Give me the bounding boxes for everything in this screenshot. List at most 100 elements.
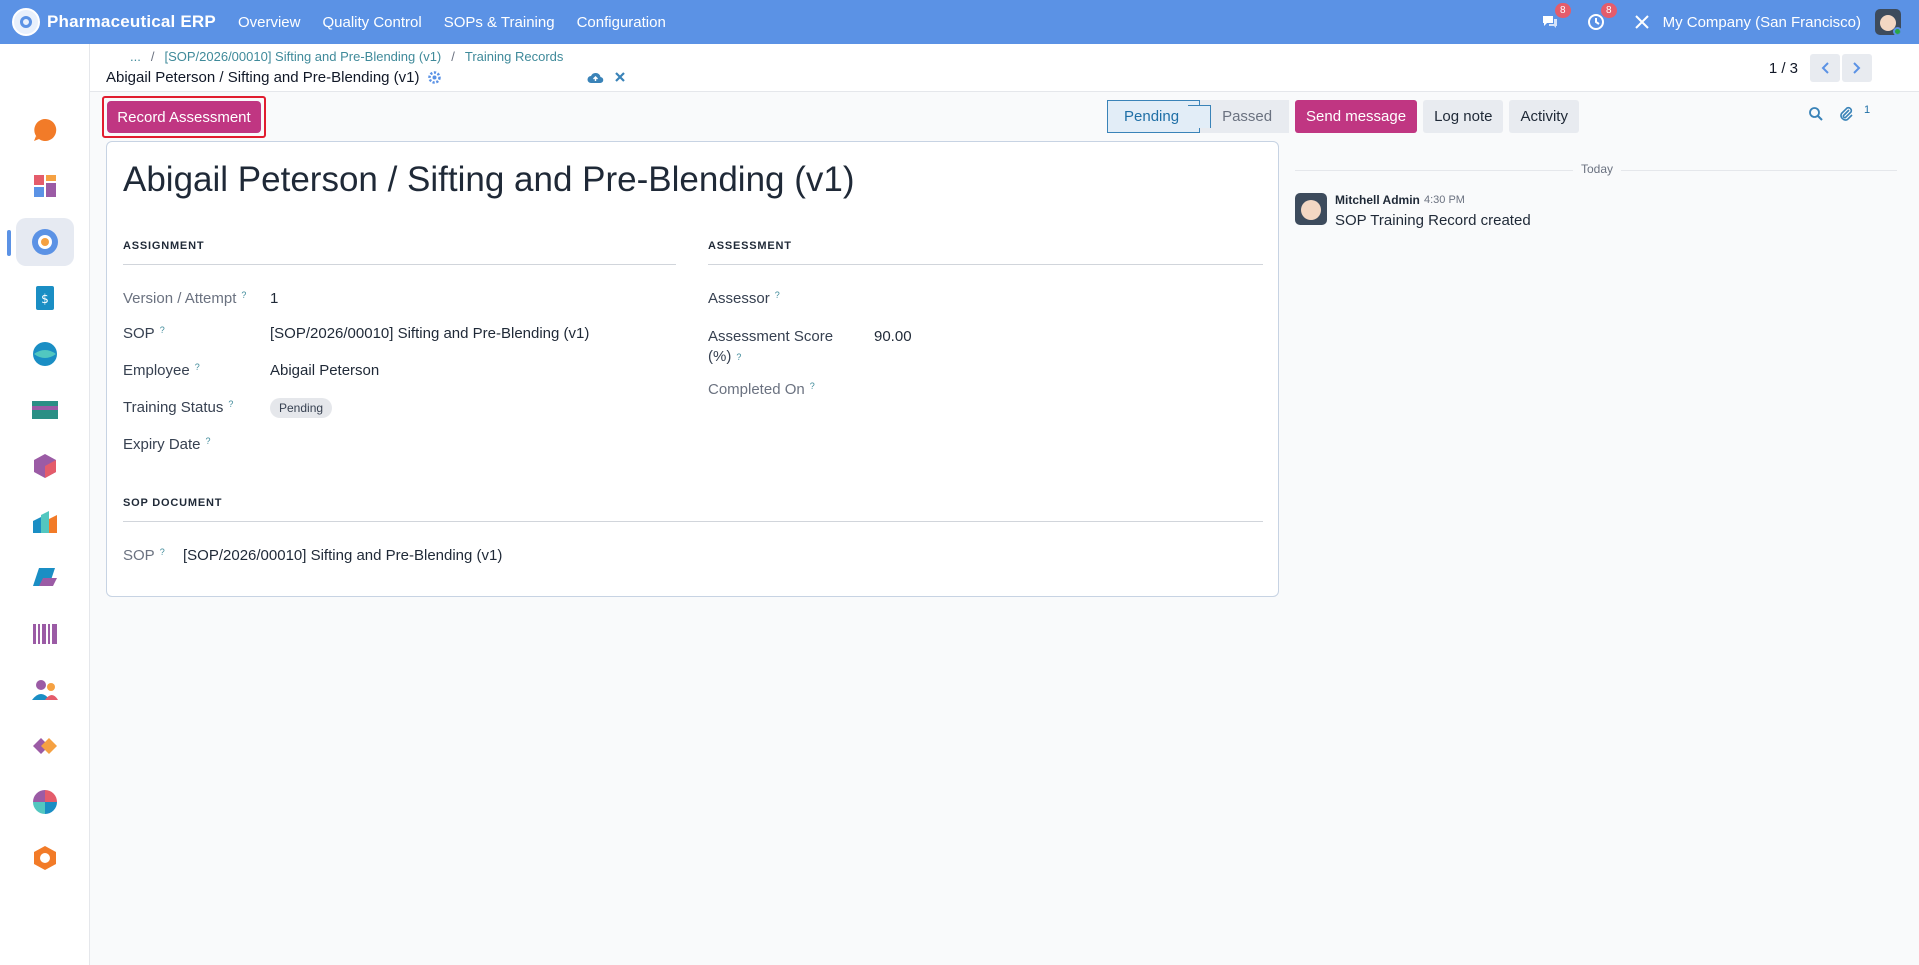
stage-passed[interactable]: Passed [1200, 100, 1290, 133]
sop-document-field[interactable]: [SOP/2026/00010] Sifting and Pre-Blendin… [183, 547, 502, 564]
section-assessment-title: ASSESSMENT [708, 240, 792, 252]
pharma-erp-icon [32, 229, 58, 255]
activities-badge: 8 [1601, 3, 1617, 18]
top-navbar: Pharmaceutical ERP Overview Quality Cont… [0, 0, 1919, 44]
sidebar-item-settings[interactable] [16, 834, 74, 882]
section-divider [123, 264, 676, 265]
employee-field[interactable]: Abigail Peterson [270, 362, 379, 379]
breadcrumb-separator: / [451, 49, 455, 64]
section-divider [123, 521, 1263, 522]
menu-overview[interactable]: Overview [238, 14, 301, 31]
activity-button[interactable]: Activity [1509, 100, 1579, 133]
search-icon[interactable] [1808, 106, 1824, 122]
assessor-label: Assessor? [708, 290, 780, 307]
assessment-score-label: Assessment Score (%)? [708, 328, 834, 365]
dashboards-icon [34, 175, 56, 197]
sidebar-item-dashboards[interactable] [16, 162, 74, 210]
sidebar-item-reporting[interactable] [16, 498, 74, 546]
help-icon[interactable]: ? [810, 381, 815, 391]
app-sidebar: $ [0, 44, 90, 965]
messages-button[interactable]: 8 [1539, 3, 1571, 33]
chevron-left-icon [1821, 62, 1829, 74]
training-status-label: Training Status? [123, 399, 234, 416]
help-icon[interactable]: ? [160, 325, 165, 335]
message-author-avatar[interactable] [1295, 193, 1327, 225]
sidebar-item-sales[interactable] [16, 722, 74, 770]
sidebar-item-documents[interactable] [16, 778, 74, 826]
version-attempt-value[interactable]: 1 [270, 290, 278, 307]
help-icon[interactable]: ? [195, 362, 200, 372]
section-sop-document-title: SOP DOCUMENT [123, 497, 223, 509]
help-icon[interactable]: ? [160, 547, 165, 557]
stage-pending[interactable]: Pending [1107, 100, 1212, 133]
clock-icon [1587, 14, 1604, 30]
debug-tools-button[interactable] [1631, 11, 1653, 33]
completed-on-label: Completed On? [708, 381, 815, 398]
assessment-score-field[interactable]: 90.00 [874, 328, 912, 345]
pager-previous-button[interactable] [1810, 54, 1840, 82]
messages-badge: 8 [1555, 3, 1571, 18]
menu-sops-training[interactable]: SOPs & Training [444, 14, 555, 31]
record-title: Abigail Peterson / Sifting and Pre-Blend… [106, 69, 420, 86]
version-attempt-label: Version / Attempt? [123, 290, 247, 307]
sidebar-item-barcode[interactable] [16, 610, 74, 658]
message-body: SOP Training Record created [1335, 212, 1531, 229]
help-icon[interactable]: ? [775, 290, 780, 300]
inventory-icon [34, 454, 56, 478]
pager-next-button[interactable] [1842, 54, 1872, 82]
menu-configuration[interactable]: Configuration [577, 14, 666, 31]
sidebar-item-discuss[interactable] [16, 106, 74, 154]
send-message-button[interactable]: Send message [1295, 100, 1418, 133]
purchase-icon [33, 568, 57, 586]
discard-icon[interactable] [614, 71, 626, 83]
help-icon[interactable]: ? [241, 290, 246, 300]
sidebar-item-pharma-erp[interactable] [7, 218, 74, 266]
sidebar-item-purchase[interactable] [16, 554, 74, 602]
pager-value[interactable]: 1 / 3 [1769, 60, 1798, 77]
chevron-right-icon [1853, 62, 1861, 74]
sidebar-item-invoicing[interactable]: $ [16, 274, 74, 322]
record-assessment-button[interactable]: Record Assessment [107, 101, 261, 133]
save-cloud-icon[interactable] [587, 71, 604, 84]
company-switcher[interactable]: My Company (San Francisco) [1663, 14, 1861, 31]
completed-on-field[interactable] [874, 381, 1174, 401]
message-author[interactable]: Mitchell Admin [1335, 193, 1420, 207]
breadcrumb-ellipsis[interactable]: ... [130, 49, 141, 64]
status-bar: Pending Passed [1107, 100, 1290, 133]
invoicing-icon: $ [36, 286, 54, 310]
app-name: Pharmaceutical ERP [47, 12, 216, 31]
chat-icon [1542, 16, 1557, 28]
record-heading: Abigail Peterson / Sifting and Pre-Blend… [123, 160, 855, 199]
sidebar-item-inventory[interactable] [16, 442, 74, 490]
training-status-badge: Pending [270, 398, 333, 418]
help-icon[interactable]: ? [736, 352, 741, 362]
sop-field[interactable]: [SOP/2026/00010] Sifting and Pre-Blendin… [270, 325, 589, 342]
sidebar-item-accounting[interactable] [16, 386, 74, 434]
user-avatar[interactable] [1875, 9, 1901, 35]
paperclip-icon[interactable] [1838, 106, 1854, 122]
sop-label: SOP? [123, 325, 165, 342]
sidebar-item-employees[interactable] [16, 666, 74, 714]
breadcrumb-item-training-records[interactable]: Training Records [465, 49, 564, 64]
expiry-date-field[interactable] [270, 436, 570, 456]
gear-icon[interactable] [427, 71, 441, 84]
breadcrumb-item-sop[interactable]: [SOP/2026/00010] Sifting and Pre-Blendin… [164, 49, 441, 64]
activities-button[interactable]: 8 [1585, 3, 1617, 33]
app-brand[interactable]: Pharmaceutical ERP [12, 8, 216, 36]
accounting-icon [32, 401, 58, 419]
crm-icon [33, 342, 57, 366]
form-sheet: Abigail Peterson / Sifting and Pre-Blend… [106, 141, 1279, 597]
help-icon[interactable]: ? [228, 399, 233, 409]
employee-label: Employee? [123, 362, 200, 379]
section-divider [708, 264, 1263, 265]
settings-icon [34, 846, 56, 870]
employees-icon [32, 680, 58, 700]
help-icon[interactable]: ? [206, 436, 211, 446]
app-logo-icon [12, 8, 40, 36]
log-note-button[interactable]: Log note [1423, 100, 1504, 133]
systray: 8 8 My Company (San Francisco) [1539, 0, 1919, 44]
top-menu: Overview Quality Control SOPs & Training… [238, 14, 688, 31]
sidebar-item-crm[interactable] [16, 330, 74, 378]
menu-quality-control[interactable]: Quality Control [322, 14, 421, 31]
assessor-field[interactable] [874, 290, 1174, 310]
